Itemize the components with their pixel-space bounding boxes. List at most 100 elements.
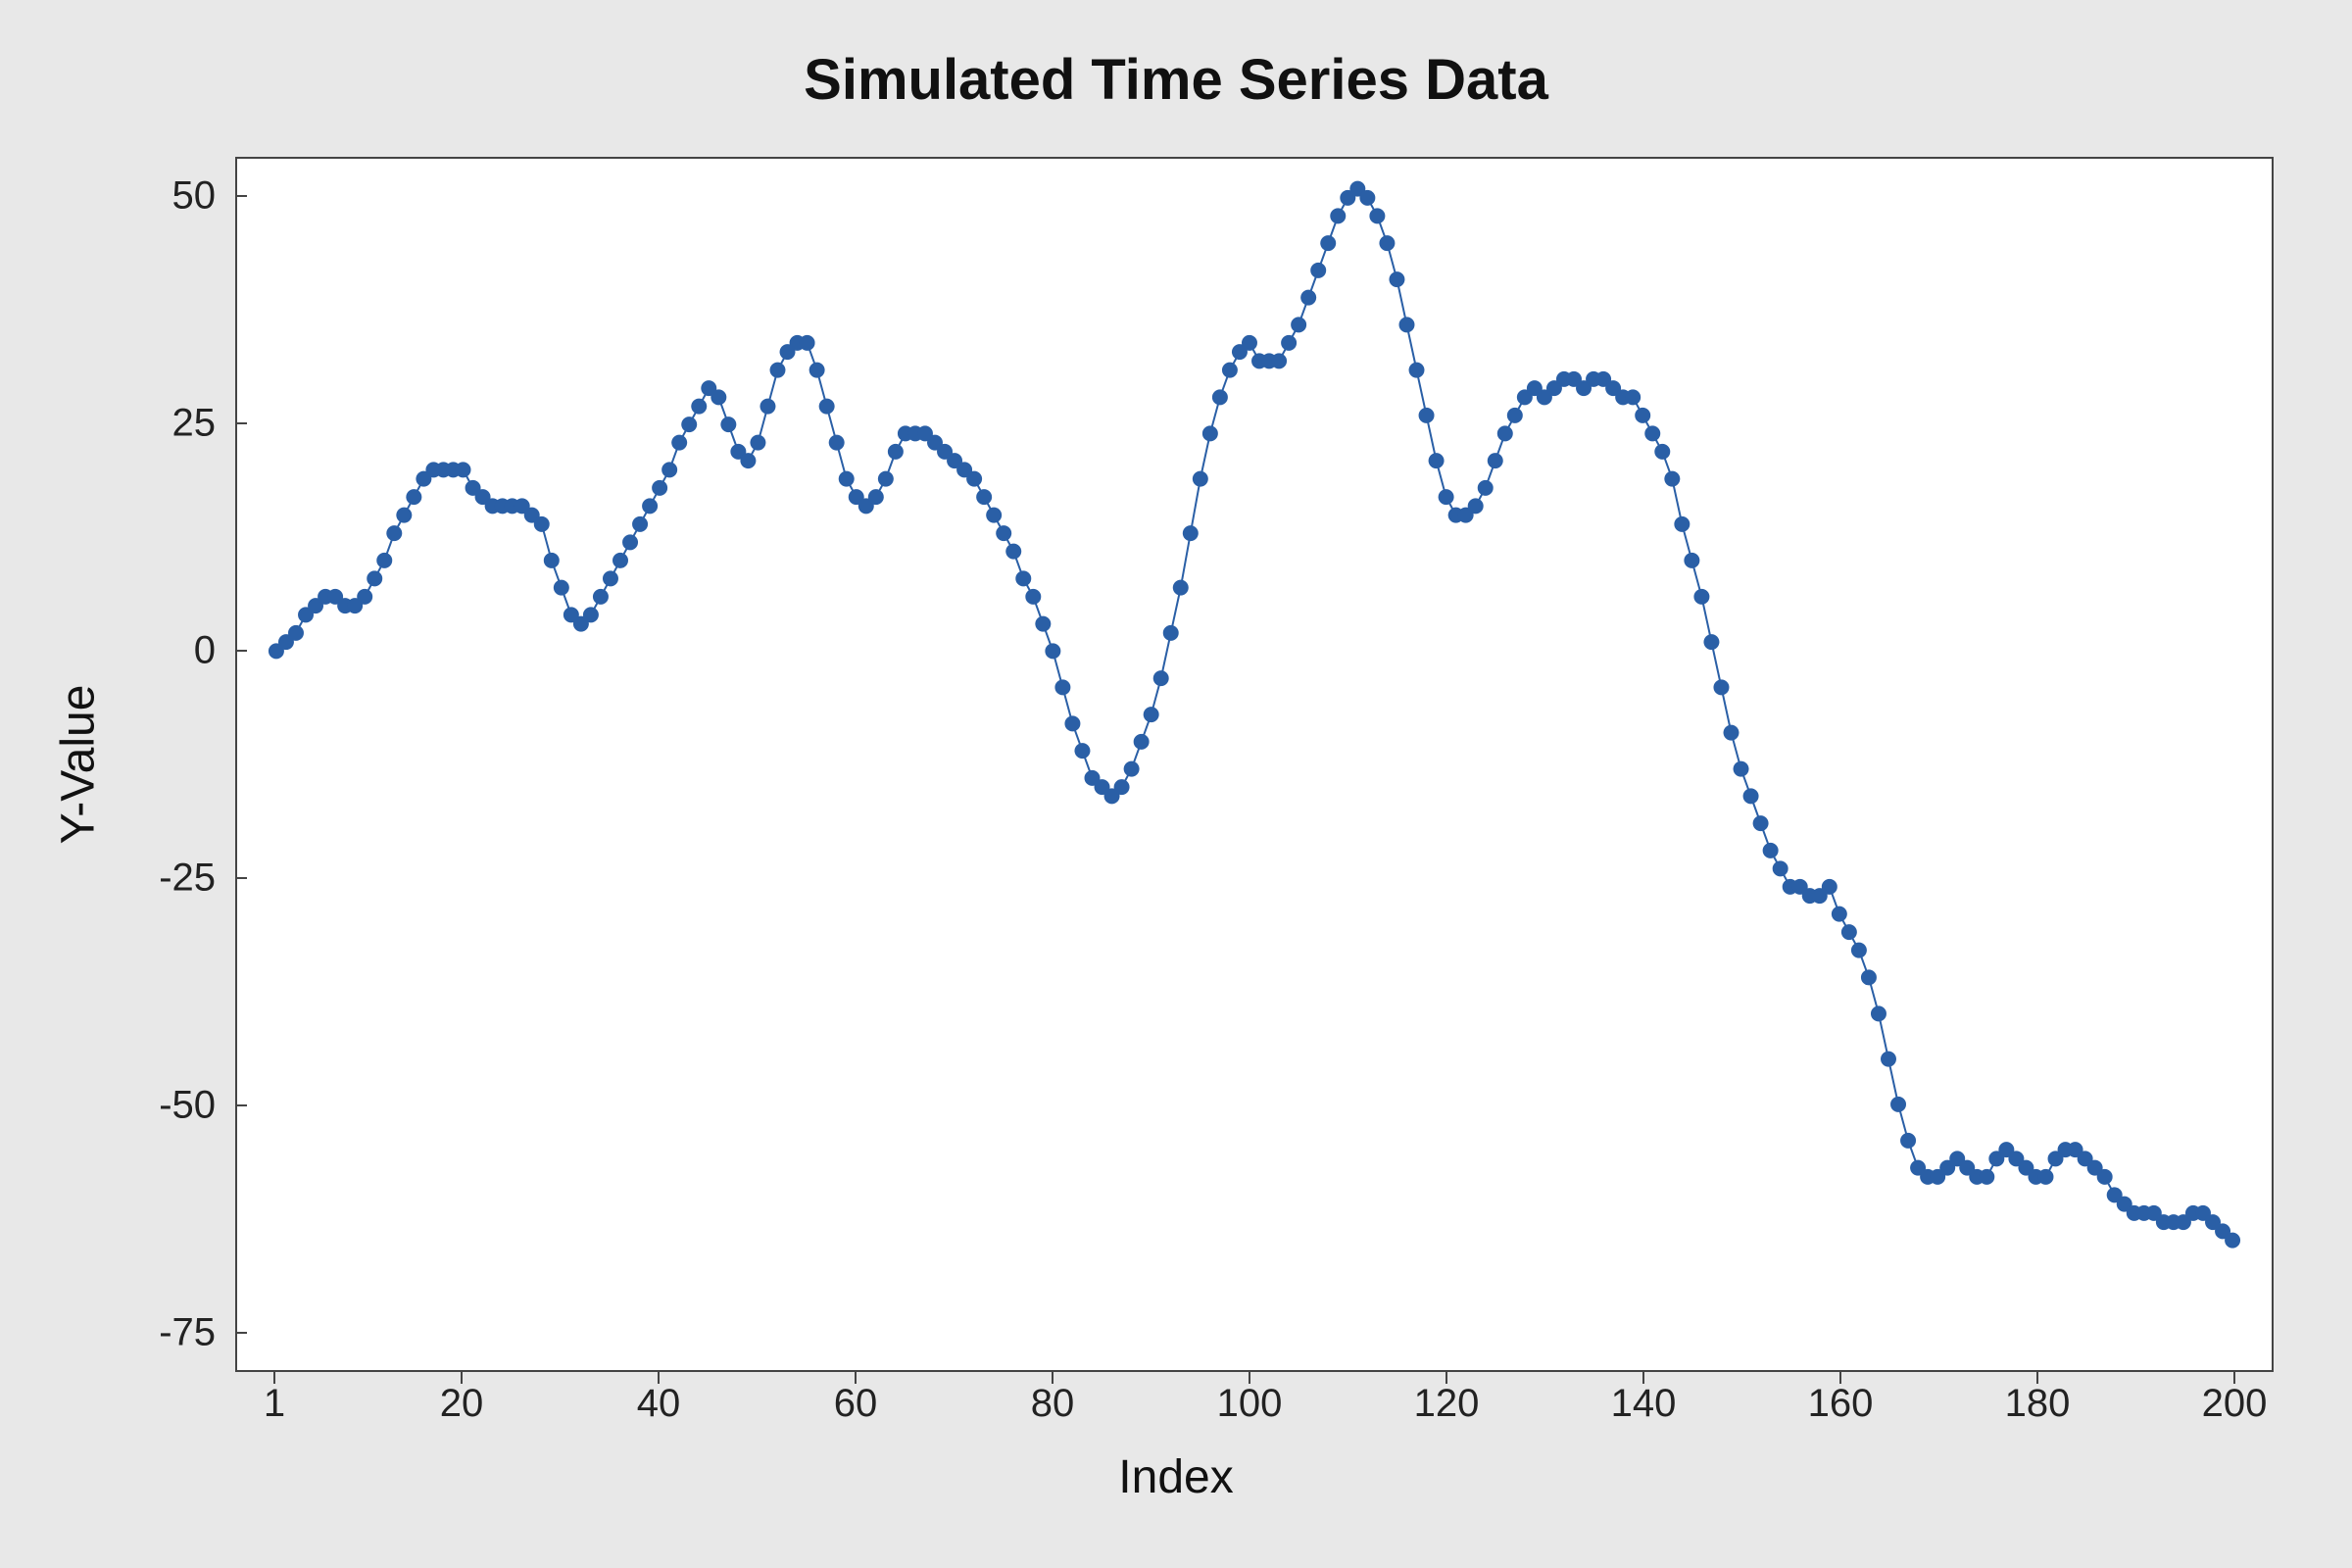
x-tick-label: 100 — [1217, 1382, 1283, 1426]
data-point — [1310, 263, 1326, 278]
x-tick-label: 140 — [1611, 1382, 1677, 1426]
data-point — [1773, 860, 1788, 876]
data-point — [1644, 425, 1660, 441]
data-point — [456, 462, 471, 477]
x-tick-label: 120 — [1414, 1382, 1480, 1426]
data-point — [612, 553, 628, 568]
data-point — [1507, 408, 1523, 423]
data-point — [1832, 906, 1847, 922]
data-point — [1488, 453, 1503, 468]
data-point — [888, 444, 904, 460]
data-point — [1654, 444, 1670, 460]
y-axis-title: Y-Value — [52, 685, 106, 845]
data-point — [1763, 843, 1779, 858]
data-point — [1625, 389, 1641, 405]
data-point — [671, 435, 687, 451]
data-point — [1635, 408, 1650, 423]
x-tick-mark — [658, 1372, 660, 1384]
data-point — [1369, 208, 1385, 223]
x-tick-mark — [273, 1372, 275, 1384]
data-point — [1300, 290, 1316, 306]
data-point — [1684, 553, 1699, 568]
y-tick-label: -50 — [118, 1084, 216, 1128]
data-point — [406, 489, 421, 505]
data-point — [1281, 335, 1297, 351]
data-point — [1193, 471, 1208, 487]
data-point — [1724, 725, 1740, 741]
data-point — [829, 435, 845, 451]
data-point — [1124, 761, 1140, 777]
data-point — [1064, 715, 1080, 731]
data-point — [1114, 779, 1130, 795]
data-point — [1054, 679, 1070, 695]
data-point — [1389, 271, 1404, 287]
data-point — [986, 508, 1002, 523]
x-tick-label: 60 — [834, 1382, 878, 1426]
data-point — [1713, 679, 1729, 695]
y-tick-mark — [235, 1332, 247, 1334]
data-point — [750, 435, 765, 451]
data-point — [976, 489, 992, 505]
data-point — [966, 471, 982, 487]
y-tick-mark — [235, 650, 247, 652]
data-point — [1398, 317, 1414, 332]
plot-area — [235, 157, 2274, 1372]
data-point — [819, 399, 835, 415]
data-point — [1861, 969, 1877, 985]
data-point — [1851, 943, 1867, 958]
data-point — [1979, 1169, 1994, 1185]
data-point — [1753, 815, 1769, 831]
data-point — [1871, 1005, 1886, 1021]
data-point — [839, 471, 855, 487]
data-point — [1881, 1052, 1896, 1067]
x-tick-label: 20 — [440, 1382, 484, 1426]
data-point — [1173, 580, 1189, 596]
data-point — [1202, 425, 1218, 441]
data-point — [1153, 670, 1169, 686]
data-point — [691, 399, 707, 415]
data-point — [809, 363, 825, 378]
data-point — [593, 589, 609, 605]
data-point — [1074, 743, 1090, 759]
data-point — [681, 416, 697, 432]
data-point — [1674, 516, 1690, 532]
y-tick-mark — [235, 195, 247, 197]
data-point — [800, 335, 815, 351]
y-tick-label: -25 — [118, 857, 216, 901]
data-point — [1015, 570, 1031, 586]
x-tick-mark — [1839, 1372, 1841, 1384]
data-point — [1359, 190, 1375, 206]
data-point — [1163, 625, 1179, 641]
x-tick-mark — [2036, 1372, 2038, 1384]
x-tick-mark — [461, 1372, 463, 1384]
data-point — [1664, 471, 1680, 487]
data-point — [1242, 335, 1257, 351]
data-point — [288, 625, 304, 641]
data-point — [1822, 879, 1838, 895]
data-point — [1734, 761, 1749, 777]
data-point — [1183, 525, 1199, 541]
x-tick-label: 1 — [264, 1382, 285, 1426]
y-tick-label: 25 — [118, 402, 216, 446]
data-point — [622, 534, 638, 550]
data-point — [710, 389, 726, 405]
chart-title: Simulated Time Series Data — [0, 47, 2352, 113]
x-tick-label: 160 — [1808, 1382, 1874, 1426]
data-point — [1693, 589, 1709, 605]
data-point — [740, 453, 756, 468]
data-point — [2225, 1233, 2240, 1249]
x-tick-mark — [1052, 1372, 1054, 1384]
data-point — [1841, 924, 1857, 940]
data-point — [1005, 544, 1021, 560]
data-point — [367, 570, 382, 586]
data-point — [2097, 1169, 2113, 1185]
data-point — [1890, 1097, 1906, 1112]
data-point — [1703, 634, 1719, 650]
data-point — [1045, 643, 1060, 659]
data-point — [1222, 363, 1238, 378]
data-point — [1478, 480, 1494, 496]
data-point — [1900, 1133, 1916, 1149]
x-tick-mark — [1249, 1372, 1250, 1384]
data-point — [1468, 498, 1484, 514]
x-tick-label: 40 — [637, 1382, 681, 1426]
